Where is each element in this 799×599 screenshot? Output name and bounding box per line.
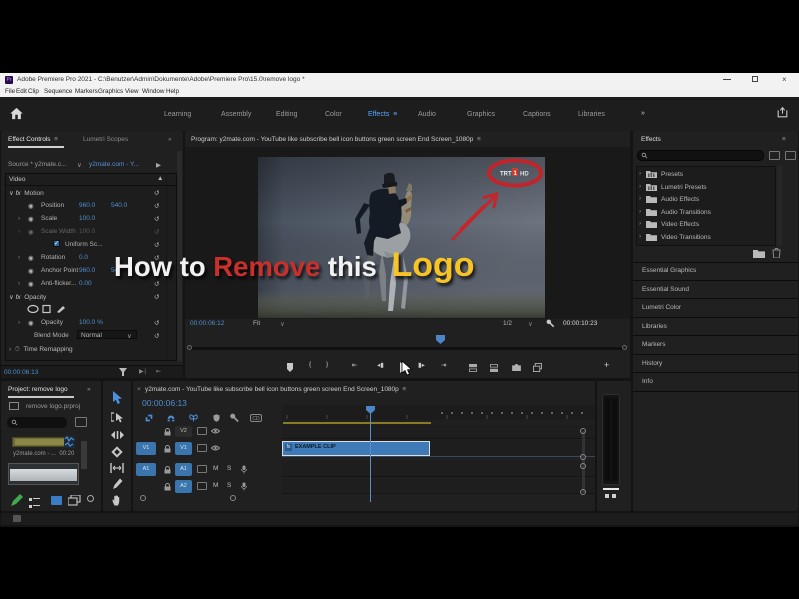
svg-text:HD: HD [520, 172, 529, 178]
svg-text:TRT: TRT [500, 172, 512, 178]
